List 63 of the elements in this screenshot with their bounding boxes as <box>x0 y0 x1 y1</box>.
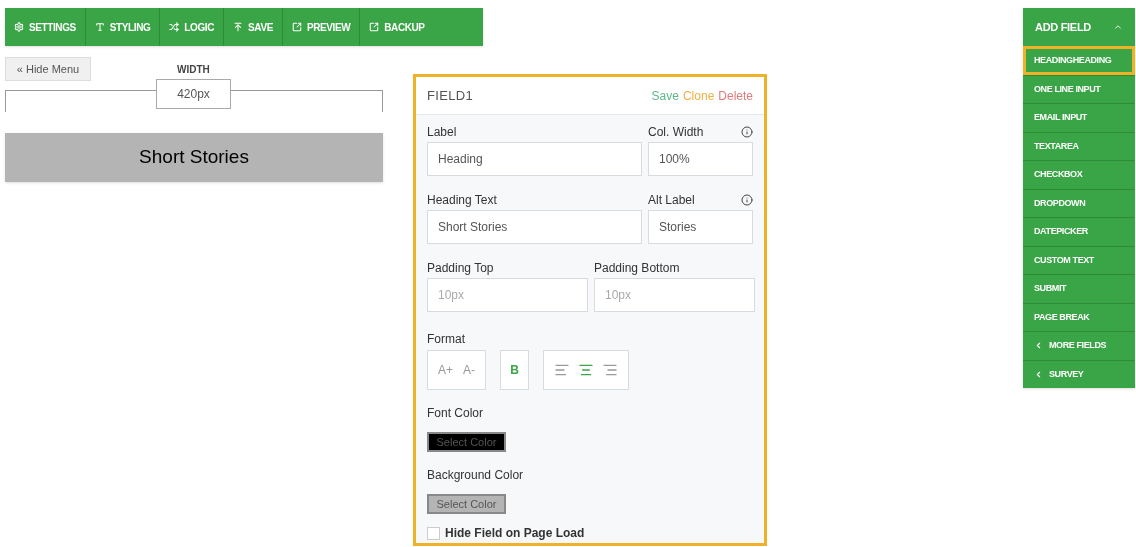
gear-icon <box>14 22 24 32</box>
field-label: Col. Width <box>648 123 704 141</box>
text-field[interactable]: Stories <box>648 210 753 244</box>
panel-action-link[interactable]: Save <box>651 86 679 105</box>
text-field[interactable]: 10px <box>427 278 588 312</box>
field-label: Label <box>427 123 457 141</box>
align-right-button[interactable] <box>602 362 618 378</box>
select-color-button[interactable]: Select Color <box>427 432 506 452</box>
panel-action-link[interactable]: Clone <box>682 86 715 105</box>
toolbar-button[interactable]: SETTINGS <box>5 8 86 46</box>
checkbox-label: Hide Field on Page Load <box>445 525 585 542</box>
width-label: WIDTH <box>177 63 210 77</box>
heading-preview[interactable]: Short Stories <box>5 133 383 182</box>
add-field-item[interactable]: EMAIL INPUT <box>1023 103 1135 132</box>
add-field-item[interactable]: HEADINGHEADING <box>1023 46 1135 75</box>
info-icon[interactable] <box>741 193 753 206</box>
align-left-button[interactable] <box>554 362 570 378</box>
field-label: Alt Label <box>648 191 695 209</box>
chevron-up-icon <box>1113 22 1123 32</box>
color-label: Font Color <box>427 405 485 422</box>
text-field[interactable]: 10px <box>594 278 755 312</box>
toolbar-button[interactable]: BACKUP <box>360 8 434 46</box>
chevron-left-icon <box>1034 369 1043 379</box>
add-field-item[interactable]: TEXTAREA <box>1023 131 1135 160</box>
font-size-button[interactable]: A- <box>463 361 475 379</box>
checkbox[interactable] <box>427 526 440 540</box>
add-field-item[interactable]: CHECKBOX <box>1023 160 1135 189</box>
field-label: Padding Bottom <box>594 259 680 277</box>
add-field-item[interactable]: ONE LINE INPUT <box>1023 74 1135 103</box>
hide-menu-button[interactable]: « Hide Menu <box>5 57 91 81</box>
text-field[interactable]: Short Stories <box>427 210 642 244</box>
add-field-item[interactable]: CUSTOM TEXT <box>1023 245 1135 274</box>
toolbar-button[interactable]: STYLING <box>85 8 161 46</box>
panel-action-link[interactable]: Delete <box>718 86 753 105</box>
upload-icon <box>233 22 244 32</box>
font-size-button[interactable]: A+ <box>438 361 453 379</box>
add-field-item[interactable]: MORE FIELDS <box>1023 331 1135 360</box>
add-field-item[interactable]: SUBMIT <box>1023 274 1135 303</box>
chevron-left-icon <box>1034 341 1043 351</box>
toolbar-button[interactable]: LOGIC <box>160 8 225 46</box>
add-field-item[interactable]: PAGE BREAK <box>1023 302 1135 331</box>
width-field[interactable]: 420px <box>156 79 231 109</box>
align-center-button[interactable] <box>578 362 594 378</box>
toolbar-button[interactable]: PREVIEW <box>282 8 361 46</box>
toolbar-button[interactable]: SAVE <box>224 8 283 46</box>
color-label: Background Color <box>427 467 525 484</box>
external-link-icon <box>369 22 380 32</box>
add-field-header[interactable]: ADD FIELD <box>1023 8 1135 46</box>
info-icon[interactable] <box>741 125 753 138</box>
text-field[interactable]: Heading <box>427 142 642 176</box>
add-field-item[interactable]: DATEPICKER <box>1023 217 1135 246</box>
field-label: Heading Text <box>427 191 497 209</box>
bold-button[interactable]: B <box>500 350 529 390</box>
add-field-item[interactable]: SURVEY <box>1023 359 1135 388</box>
panel-title: FIELD1 <box>427 86 474 105</box>
add-field-item[interactable]: DROPDOWN <box>1023 188 1135 217</box>
select-color-button[interactable]: Select Color <box>427 494 506 514</box>
text-field[interactable]: 100% <box>648 142 753 176</box>
text-size-icon <box>94 22 105 32</box>
format-label: Format <box>427 331 466 348</box>
external-link-icon <box>291 22 302 32</box>
shuffle-icon <box>169 22 180 32</box>
field-label: Padding Top <box>427 259 494 277</box>
